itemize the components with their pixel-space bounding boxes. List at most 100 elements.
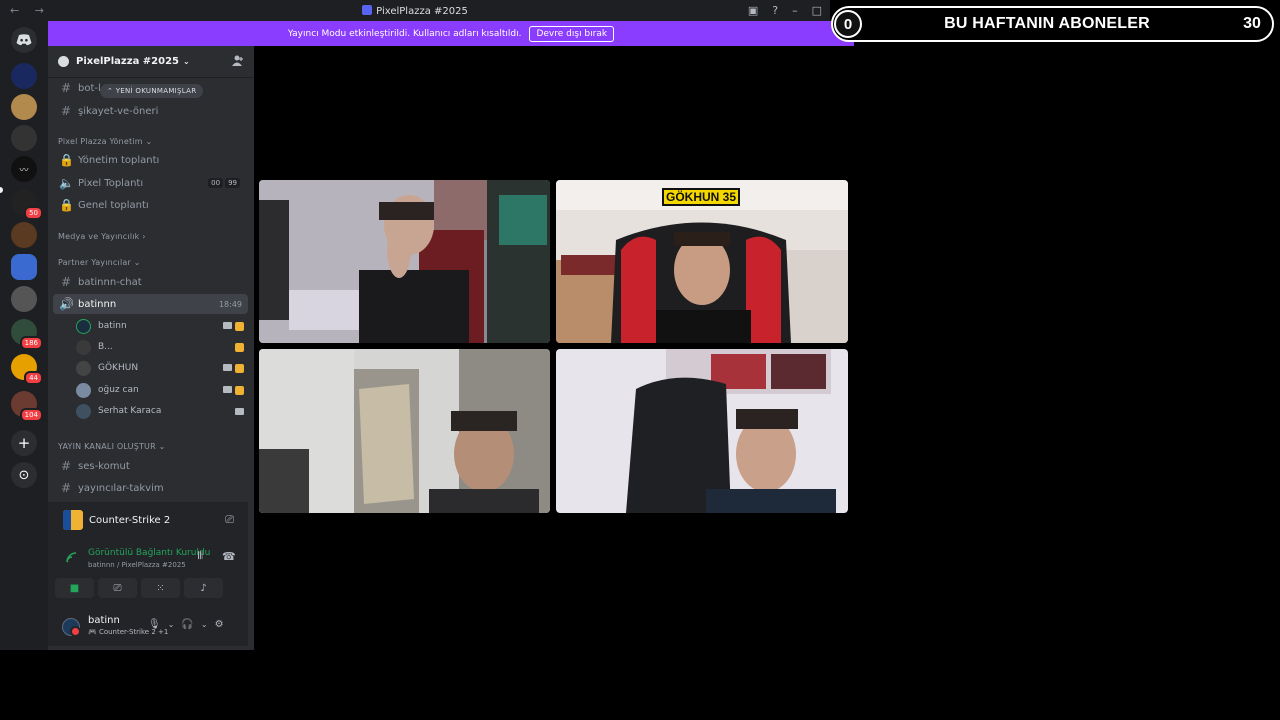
disable-streamer-mode-button[interactable]: Devre dışı bırak (529, 25, 615, 42)
voice-user-name: Serhat Karaca (98, 406, 162, 416)
banner-text: Yayıncı Modu etkinleştirildi. Kullanıcı … (287, 28, 522, 39)
window-title: PixelPlazza #2025 (0, 4, 830, 17)
channel-label: Genel toplantı (78, 199, 149, 211)
discord-home-icon[interactable] (11, 27, 37, 53)
video-tile-1[interactable] (259, 180, 550, 343)
discover-icon[interactable]: ⊙ (11, 462, 37, 488)
inbox-icon[interactable]: ▣ (748, 4, 758, 17)
disconnect-icon[interactable]: ☎ (222, 550, 236, 563)
voice-user[interactable]: batinn (76, 316, 248, 336)
game-activity-icon (235, 321, 244, 331)
webcam-feed (259, 349, 550, 513)
voice-user[interactable]: oğuz can (76, 380, 248, 400)
server-header[interactable]: PixelPlazza #2025 ⌄ (48, 46, 254, 78)
camera-icon (223, 363, 232, 371)
channel-label: batinnn-chat (78, 276, 142, 288)
channel-label: ses-komut (78, 460, 130, 472)
server-icon-2[interactable] (11, 94, 37, 120)
soundboard-button[interactable]: ♪ (184, 578, 223, 598)
channel-yayincilar-takvim[interactable]: # yayıncılar-takvim (53, 478, 248, 498)
unread-indicator (0, 187, 3, 193)
lock-icon: 🔒 (59, 198, 74, 212)
user-limit-pill: 99 (225, 178, 240, 188)
webcam-feed (259, 180, 550, 343)
overlay-left-count: 0 (834, 10, 862, 38)
hash-icon: # (60, 481, 72, 495)
maximize-button[interactable]: □ (812, 4, 822, 17)
channel-label: batinnn (78, 298, 117, 310)
microphone-icon[interactable]: 🎙 (148, 619, 161, 630)
nav-arrows[interactable]: ← → (10, 4, 50, 17)
video-camera-icon: ■ (69, 582, 80, 594)
server-icon-6[interactable] (11, 222, 37, 248)
activities-button[interactable]: ⁙ (141, 578, 180, 598)
noise-suppression-icon[interactable]: 𝄃𝄃 (198, 551, 202, 562)
stream-screen-icon[interactable]: ⎚ (225, 513, 234, 527)
server-icon-1[interactable] (11, 63, 37, 89)
channel-batinnn-voice[interactable]: 🔊 batinnn 18:49 (53, 294, 248, 314)
overlay-right-count: 30 (1243, 15, 1261, 32)
camera-icon (223, 321, 232, 329)
channel-genel-toplanti[interactable]: 🔒 Genel toplantı (53, 195, 248, 215)
speaker-icon: 🔈 (59, 176, 74, 190)
camera-icon (223, 385, 232, 393)
channel-batinnn-chat[interactable]: # batinnn-chat (53, 272, 248, 292)
new-unreads-pill[interactable]: ⌃ YENİ OKUNMAMIŞLAR (100, 84, 204, 98)
server-icon-pixelplazza[interactable] (11, 254, 37, 280)
voice-user[interactable]: B... (76, 337, 248, 357)
lock-speaker-icon: 🔒 (59, 153, 74, 167)
category-yayin-kanali-olustur[interactable]: YAYIN KANALI OLUŞTUR ⌄ (58, 442, 166, 451)
server-icon-10[interactable]: 104 (11, 391, 43, 422)
minimize-button[interactable]: – (792, 4, 798, 17)
soundboard-icon: ♪ (200, 582, 207, 594)
hash-icon: # (60, 81, 72, 95)
signal-icon[interactable] (66, 552, 77, 566)
app-logo-icon (362, 4, 373, 15)
voice-user-name: oğuz can (98, 385, 139, 395)
avatar (76, 360, 91, 376)
channel-yonetim-toplanti[interactable]: 🔒 Yönetim toplantı (53, 150, 248, 170)
hash-icon: # (60, 275, 72, 289)
username[interactable]: batinn (88, 615, 120, 626)
server-icon-9[interactable]: 44 (11, 354, 43, 385)
channel-ses-komut[interactable]: # ses-komut (53, 456, 248, 476)
screen-share-button[interactable]: ⎚ (98, 578, 137, 598)
screen-share-icon: ⎚ (113, 582, 122, 594)
avatar (76, 318, 91, 334)
activities-icon: ⁙ (156, 582, 165, 594)
channel-label: bot-l (78, 82, 101, 94)
chevron-down-icon[interactable]: ⌄ (168, 620, 175, 629)
channel-label: şikayet-ve-öneri (78, 105, 159, 117)
server-badge-icon (58, 56, 69, 67)
add-server-icon[interactable]: + (11, 430, 37, 456)
invite-people-icon[interactable] (232, 55, 244, 69)
video-tile-4[interactable] (556, 349, 848, 513)
voice-location[interactable]: batinnn / PixelPlazza #2025 (88, 561, 186, 569)
camera-toggle-button[interactable]: ■ (55, 578, 94, 598)
chevron-down-icon[interactable]: ⌄ (201, 620, 208, 629)
settings-gear-icon[interactable]: ⚙ (215, 619, 224, 630)
server-icon-5[interactable]: 50 (11, 189, 43, 220)
game-activity-icon (235, 363, 244, 373)
voice-user[interactable]: GÖKHUN (76, 358, 248, 378)
channel-sikayet-ve-oneri[interactable]: # şikayet-ve-öneri (53, 101, 248, 121)
voice-user[interactable]: Serhat Karaca (76, 401, 248, 421)
user-count-pill: 00 (208, 178, 224, 188)
server-icon-8[interactable]: 186 (11, 319, 43, 350)
server-icon-7[interactable] (11, 286, 37, 312)
category-pixel-plazza-yonetim[interactable]: Pixel Plazza Yönetim ⌄ (58, 137, 152, 146)
channel-label: Yönetim toplantı (78, 154, 160, 166)
help-icon[interactable]: ? (772, 4, 778, 17)
category-medya-ve-yayincilik[interactable]: Medya ve Yayıncılık › (58, 232, 146, 241)
chevron-down-icon: ⌄ (183, 57, 190, 66)
avatar[interactable] (62, 618, 81, 637)
video-tile-3[interactable] (259, 349, 550, 513)
server-icon-3[interactable] (11, 125, 37, 151)
server-icon-4[interactable]: 〰 (11, 156, 37, 182)
activity-panel: Counter-Strike 2 ⎚ (48, 502, 248, 538)
voice-status[interactable]: Görüntülü Bağlantı Kuruldu (88, 548, 210, 558)
headphones-icon[interactable]: 🎧 (181, 619, 193, 630)
channel-pixel-toplanti[interactable]: 🔈 Pixel Toplantı 00 99 (53, 173, 248, 193)
hash-icon: # (60, 104, 72, 118)
category-partner-yayincilar[interactable]: Partner Yayıncılar ⌄ (58, 258, 141, 267)
